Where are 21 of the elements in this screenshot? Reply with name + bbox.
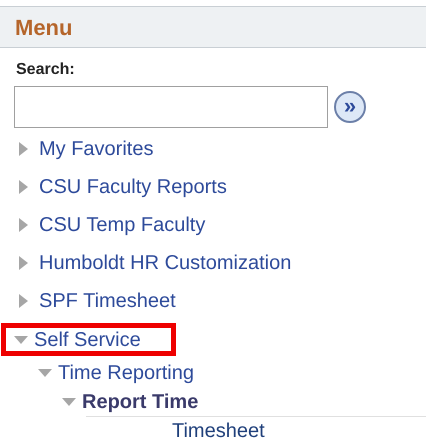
expand-triangle-icon[interactable] <box>19 180 28 194</box>
search-label: Search: <box>16 61 75 78</box>
expand-triangle-icon[interactable] <box>19 142 28 156</box>
collapse-triangle-icon[interactable] <box>62 398 76 406</box>
menu-folder-item[interactable]: CSU Temp Faculty <box>14 215 236 235</box>
collapse-triangle-icon[interactable] <box>38 368 52 376</box>
expand-triangle-icon[interactable] <box>19 218 28 232</box>
menu-folder-item[interactable]: Self Service <box>6 328 171 350</box>
menu-folder-item[interactable]: My Favorites <box>14 139 184 159</box>
collapse-triangle-icon[interactable] <box>14 336 28 344</box>
search-field[interactable] <box>14 86 328 128</box>
menu-folder-item[interactable]: Time Reporting <box>38 362 224 382</box>
search-go-button[interactable]: » <box>334 91 366 123</box>
menu-folder-item[interactable]: SPF Timesheet <box>14 291 206 311</box>
menu-folder-item[interactable]: Report Time <box>62 392 228 412</box>
menu-link[interactable]: Timesheet <box>172 421 265 438</box>
menu-folder-item[interactable]: CSU Faculty Reports <box>14 177 257 197</box>
expand-triangle-icon[interactable] <box>19 256 28 270</box>
expand-triangle-icon[interactable] <box>19 294 28 308</box>
menu-folder-item[interactable]: Humboldt HR Customization <box>14 253 322 273</box>
menu-title: Menu <box>15 14 72 42</box>
